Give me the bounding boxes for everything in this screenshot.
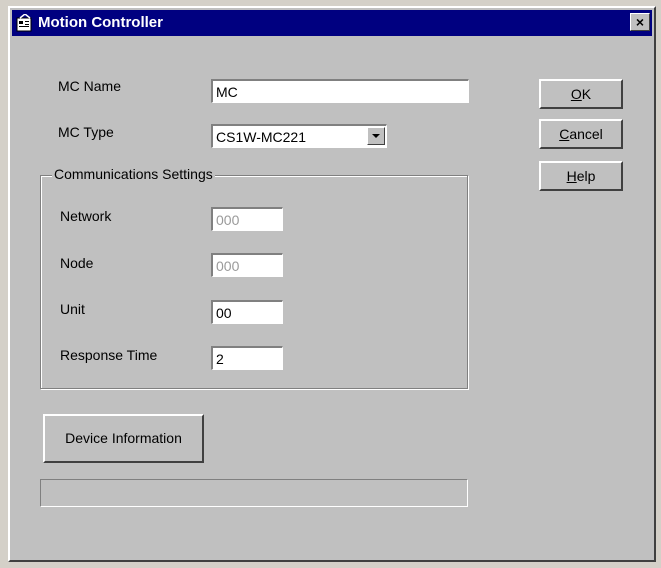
unit-input[interactable]: 00 [211,300,283,324]
cancel-accelerator: C [559,126,570,142]
close-button[interactable]: × [630,13,650,31]
network-input: 000 [211,207,283,231]
mc-name-input[interactable]: MC [211,79,469,103]
close-icon: × [635,14,645,30]
device-information-label: Device Information [65,430,182,446]
response-time-label: Response Time [60,347,158,363]
mc-type-value: CS1W-MC221 [216,129,306,145]
network-label: Network [60,208,112,224]
node-label: Node [60,255,94,271]
status-bar [40,479,468,507]
help-accelerator: H [566,168,577,184]
mc-name-label: MC Name [58,78,122,94]
device-information-button[interactable]: Device Information [43,414,204,463]
unit-label: Unit [60,301,85,317]
node-input: 000 [211,253,283,277]
cancel-label: ancel [569,126,603,142]
properties-icon [16,13,34,32]
desktop-edge [0,0,8,568]
title-bar[interactable]: Motion Controller × [12,10,652,36]
ok-label: K [581,86,592,102]
ok-button[interactable]: OK [539,79,623,109]
help-button[interactable]: Help [539,161,623,191]
ok-accelerator: O [570,86,582,102]
help-label: elp [576,168,596,184]
cancel-button[interactable]: Cancel [539,119,623,149]
mc-type-label: MC Type [58,124,114,140]
mc-type-select[interactable]: CS1W-MC221 [211,124,387,148]
window-title: Motion Controller [38,14,163,31]
response-time-input[interactable]: 2 [211,346,283,370]
chevron-down-icon[interactable] [367,127,385,145]
communications-settings-legend: Communications Settings [52,166,215,182]
